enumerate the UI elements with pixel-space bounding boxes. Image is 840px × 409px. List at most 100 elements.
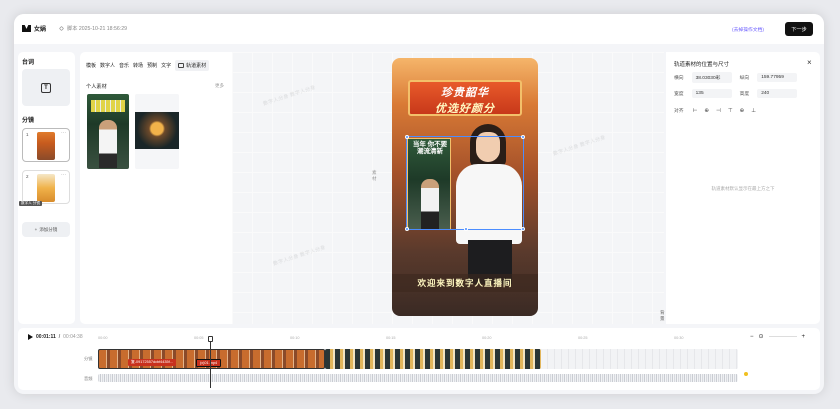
scene-card-1[interactable]: 1 ···: [22, 128, 70, 162]
align-right-icon[interactable]: ⊣: [716, 108, 721, 114]
zoom-in-icon[interactable]: +: [802, 334, 806, 340]
align-center-icon[interactable]: ⊕: [704, 108, 709, 114]
scene-card-2[interactable]: 2 ··· 数字人 分镜: [19, 170, 70, 206]
zoom-out-icon[interactable]: −: [750, 334, 754, 340]
total-time: 00:04:38: [63, 334, 83, 340]
audio-track[interactable]: [98, 374, 738, 382]
close-icon[interactable]: ×: [807, 58, 812, 67]
resize-handle[interactable]: [405, 135, 409, 139]
align-left-icon[interactable]: ⊢: [693, 108, 698, 114]
resize-handle[interactable]: [464, 227, 468, 231]
align-row: 对齐 ⊢ ⊕ ⊣ ⊤ ⊕ ⊥: [674, 107, 756, 115]
properties-title: 轨道素材的位置与尺寸: [674, 62, 730, 68]
ruler-tick: 00:00: [98, 336, 108, 340]
tab-track-label: 轨道素材: [186, 63, 207, 69]
ruler-tick: 00:10: [290, 336, 300, 340]
script-title[interactable]: 脚本 2025-10-21 18:56:29: [59, 25, 127, 32]
clip-label: 复-09172557dcbf4435f...: [128, 359, 176, 366]
watermark: 数字人分身 数字人分身: [552, 134, 607, 158]
zoom-slider[interactable]: [768, 335, 797, 338]
resize-handle[interactable]: [521, 135, 525, 139]
more-link[interactable]: 更多: [215, 83, 224, 89]
scene-tag: 数字人 分镜: [19, 201, 42, 206]
scene-thumbnail: [37, 132, 55, 160]
tab-transition[interactable]: 转场: [133, 62, 143, 69]
y-label: 纵向: [739, 76, 750, 81]
video-preview[interactable]: 珍贵韶华 优选好颜分 当年 你不要 潮流清新 欢迎来到数字人直播间: [392, 58, 538, 316]
align-middle-icon[interactable]: ⊕: [740, 108, 745, 114]
playhead-handle[interactable]: [208, 336, 213, 342]
more-icon[interactable]: ···: [61, 130, 66, 136]
play-icon[interactable]: [28, 334, 33, 340]
video-clip[interactable]: [325, 349, 541, 369]
edit-icon[interactable]: [59, 26, 64, 31]
height-input[interactable]: 240: [757, 89, 798, 98]
align-label: 对齐: [674, 109, 684, 114]
video-track: 复-09172557dcbf4435f... (x)01.mp4: [98, 349, 738, 369]
x-label: 横向: [674, 76, 684, 81]
zoom-controls: − ⊙ +: [750, 333, 806, 341]
tab-music[interactable]: 音乐: [119, 62, 129, 69]
time-ruler[interactable]: 00:00 00:05 00:10 00:15 00:20 00:25 00:3…: [98, 336, 738, 342]
selection-box[interactable]: [405, 135, 525, 231]
logo-icon: [22, 25, 31, 32]
x-input[interactable]: 38.03030彩: [691, 72, 732, 83]
tab-track-material[interactable]: 轨道素材: [175, 60, 210, 71]
ruler-tick: 00:30: [674, 336, 684, 340]
help-link[interactable]: (去掉操作文档): [732, 26, 764, 33]
width-input[interactable]: 135: [691, 89, 732, 98]
height-label: 高度: [739, 92, 750, 97]
resize-handle[interactable]: [521, 227, 525, 231]
ruler-tick: 00:05: [194, 336, 204, 340]
clip-label: (x)01.mp4: [196, 359, 222, 367]
folder-icon: [178, 63, 185, 68]
track-label-audio: 音频: [84, 376, 93, 381]
material-item[interactable]: [135, 94, 179, 169]
align-top-icon[interactable]: ⊤: [728, 108, 733, 114]
scene-number: 2: [26, 174, 29, 179]
position-row: 横向 38.03030彩 纵向 159.77959: [674, 72, 798, 83]
material-item[interactable]: [87, 94, 129, 169]
next-button[interactable]: 下一步: [785, 22, 813, 36]
align-icons: ⊢ ⊕ ⊣ ⊤ ⊕ ⊥: [693, 108, 756, 114]
caption-bar[interactable]: 欢迎来到数字人直播间: [392, 274, 538, 292]
zoom-slider-knob-icon[interactable]: ⊙: [759, 333, 764, 340]
y-input[interactable]: 159.77959: [757, 73, 798, 82]
text-icon: T: [41, 82, 51, 93]
track-label-scenes: 分镜: [84, 356, 93, 361]
tab-text[interactable]: 文字: [161, 62, 171, 69]
app-logo[interactable]: 女娲: [22, 24, 46, 33]
material-tabs: 模板 数字人 音乐 转场 预制 文字 轨道素材: [86, 60, 210, 71]
properties-panel: 轨道素材的位置与尺寸 × 横向 38.03030彩 纵向 159.77959 宽…: [666, 52, 820, 324]
banner-line-1: 珍贵韶华: [441, 87, 489, 99]
title-banner[interactable]: 珍贵韶华 优选好颜分: [408, 80, 522, 116]
timeline-panel: 00:01:11 / 00:04:38 00:00 00:05 00:10 00…: [18, 328, 820, 390]
banner-line-2: 优选好颜分: [435, 103, 495, 115]
material-image: [135, 112, 179, 149]
resize-handle[interactable]: [405, 227, 409, 231]
playhead[interactable]: [208, 336, 213, 388]
app-name: 女娲: [34, 27, 47, 33]
tab-digital-human[interactable]: 数字人: [100, 62, 115, 69]
align-bottom-icon[interactable]: ⊥: [751, 108, 756, 114]
personal-materials-title: 个人素材: [86, 84, 107, 90]
time-separator: /: [58, 334, 61, 340]
scenes-title: 分镜: [22, 118, 35, 124]
width-label: 宽度: [674, 92, 684, 97]
add-text-card[interactable]: T: [22, 69, 70, 106]
ruler-tick: 00:20: [482, 336, 492, 340]
more-icon[interactable]: ···: [61, 172, 66, 178]
tab-template[interactable]: 模板: [86, 62, 96, 69]
add-scene-button[interactable]: + 添加分镜: [22, 222, 70, 237]
background-label: 背景: [660, 310, 665, 321]
preview-canvas[interactable]: 数字人分身 数字人分身 数字人分身 数字人分身 数字人分身 数字人分身 素材 珍…: [232, 52, 672, 324]
plus-icon: +: [34, 227, 38, 232]
end-marker[interactable]: [744, 372, 748, 376]
scenes-panel: 台词 T 分镜 1 ··· 2 ··· 数字人 分镜 + 添加分镜: [18, 52, 75, 324]
playback-controls: 00:01:11 / 00:04:38: [28, 334, 83, 340]
video-clip[interactable]: [541, 349, 738, 369]
side-label: 素材: [372, 170, 377, 181]
watermark: 数字人分身 数字人分身: [272, 244, 327, 268]
material-text-graphic: [91, 100, 125, 112]
tab-preset[interactable]: 预制: [147, 62, 157, 69]
